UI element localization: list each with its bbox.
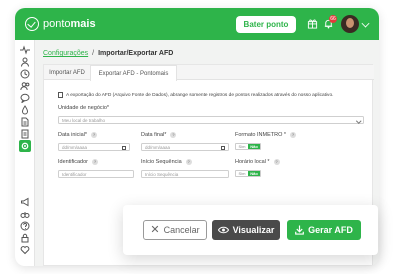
lock-icon[interactable] [19, 232, 31, 244]
action-bar: ✕ Cancelar Visualizar Gerar AFD [123, 205, 378, 255]
close-icon: ✕ [150, 223, 160, 236]
heart-icon[interactable] [19, 244, 31, 256]
unidade-placeholder: Meu local de trabalho [62, 117, 106, 123]
chat-icon[interactable] [19, 92, 31, 104]
document-icon [58, 92, 63, 98]
cancel-label: Cancelar [163, 225, 200, 235]
help-icon[interactable] [19, 220, 31, 232]
calendar-icon[interactable] [122, 145, 126, 150]
help-icon[interactable]: ? [91, 132, 98, 138]
horario-label: Horário local *? [235, 159, 280, 165]
help-icon[interactable]: ? [91, 159, 98, 165]
inicio-sequencia-placeholder: Início Sequência [145, 171, 179, 177]
pulse-icon[interactable] [19, 44, 31, 56]
toggle-no[interactable]: Não [248, 144, 260, 149]
formato-label: Formato INMETRO *? [235, 132, 297, 138]
unidade-select[interactable]: Meu local de trabalho [58, 116, 364, 124]
horario-label-text: Horário local * [235, 159, 270, 165]
chevron-down-icon[interactable] [361, 19, 370, 28]
help-icon[interactable]: ? [273, 159, 280, 165]
page-title: Importar/Exportar AFD [98, 50, 174, 57]
clock-in-button[interactable]: Bater ponto [236, 16, 296, 33]
help-icon[interactable]: ? [170, 132, 177, 138]
megaphone-icon[interactable] [19, 196, 31, 208]
info-text: A exportação do AFD (Arquivo Fonte de Da… [66, 92, 334, 98]
sidebar [15, 40, 35, 266]
toggle-yes[interactable]: Sim [236, 144, 248, 149]
gift-icon[interactable] [307, 18, 318, 29]
identificador-input[interactable]: Identificador [58, 170, 134, 178]
logo-check-icon [25, 17, 39, 31]
inicio-sequencia-label-text: Início Sequência [141, 159, 182, 165]
inicio-sequencia-input[interactable]: Início Sequência [141, 170, 229, 178]
info-notice: A exportação do AFD (Arquivo Fonte de Da… [58, 92, 333, 98]
data-final-label: Data final*? [141, 132, 177, 138]
formato-label-text: Formato INMETRO * [235, 132, 287, 138]
settings-icon[interactable] [19, 140, 31, 152]
identificador-label: Identificador? [58, 159, 98, 165]
breadcrumb-link-settings[interactable]: Configurações [43, 50, 88, 57]
page: ponto mais Bater ponto 66 Configurações / I… [0, 0, 398, 274]
logo-text-bold: mais [70, 18, 96, 30]
calendar-icon[interactable] [221, 145, 225, 150]
tab-bar: Importar AFD Exportar AFD - Pontomais [44, 65, 374, 81]
top-bar: ponto mais Bater ponto 66 [15, 8, 379, 40]
user-icon[interactable] [19, 56, 31, 68]
help-icon[interactable]: ? [290, 132, 297, 138]
horario-toggle[interactable]: Sim Não [235, 170, 261, 177]
toggle-yes[interactable]: Sim [236, 171, 248, 176]
preview-button[interactable]: Visualizar [212, 220, 280, 240]
generate-label: Gerar AFD [308, 225, 353, 235]
help-icon[interactable]: ? [185, 159, 192, 165]
clock-icon[interactable] [19, 68, 31, 80]
unidade-label-text: Unidade de negócio* [58, 105, 110, 111]
toggle-no[interactable]: Não [248, 171, 260, 176]
data-final-placeholder: dd/mm/aaaa [145, 144, 171, 150]
data-inicial-label-text: Data inicial* [58, 132, 88, 138]
logo-text-light: ponto [43, 18, 71, 30]
drop-icon[interactable] [19, 104, 31, 116]
data-final-input[interactable]: dd/mm/aaaa [141, 143, 229, 151]
identificador-placeholder: Identificador [62, 171, 87, 177]
cancel-button[interactable]: ✕ Cancelar [143, 220, 207, 240]
preview-label: Visualizar [232, 225, 275, 235]
breadcrumb: Configurações / Importar/Exportar AFD [43, 50, 173, 57]
generate-afd-button[interactable]: Gerar AFD [287, 220, 361, 240]
download-icon [295, 225, 305, 235]
chevron-down-icon [355, 117, 361, 123]
data-final-label-text: Data final* [141, 132, 167, 138]
breadcrumb-separator: / [92, 50, 95, 57]
eye-icon [217, 226, 229, 234]
data-inicial-input[interactable]: dd/mm/aaaa [58, 143, 130, 151]
tab-import-afd[interactable]: Importar AFD [44, 65, 90, 80]
user-avatar[interactable] [341, 15, 359, 33]
inicio-sequencia-label: Início Sequência? [141, 159, 192, 165]
formato-toggle[interactable]: Sim Não [235, 143, 261, 150]
unidade-label: Unidade de negócio* [58, 105, 109, 111]
data-inicial-label: Data inicial*? [58, 132, 98, 138]
report-icon[interactable] [19, 128, 31, 140]
notification-badge: 66 [329, 15, 337, 23]
identificador-label-text: Identificador [58, 159, 88, 165]
binoculars-icon[interactable] [19, 208, 31, 220]
brand-logo[interactable]: ponto mais [25, 16, 96, 32]
document-icon[interactable] [19, 116, 31, 128]
tab-export-afd[interactable]: Exportar AFD - Pontomais [90, 65, 177, 81]
data-inicial-placeholder: dd/mm/aaaa [62, 144, 88, 150]
users-icon[interactable] [19, 80, 31, 92]
